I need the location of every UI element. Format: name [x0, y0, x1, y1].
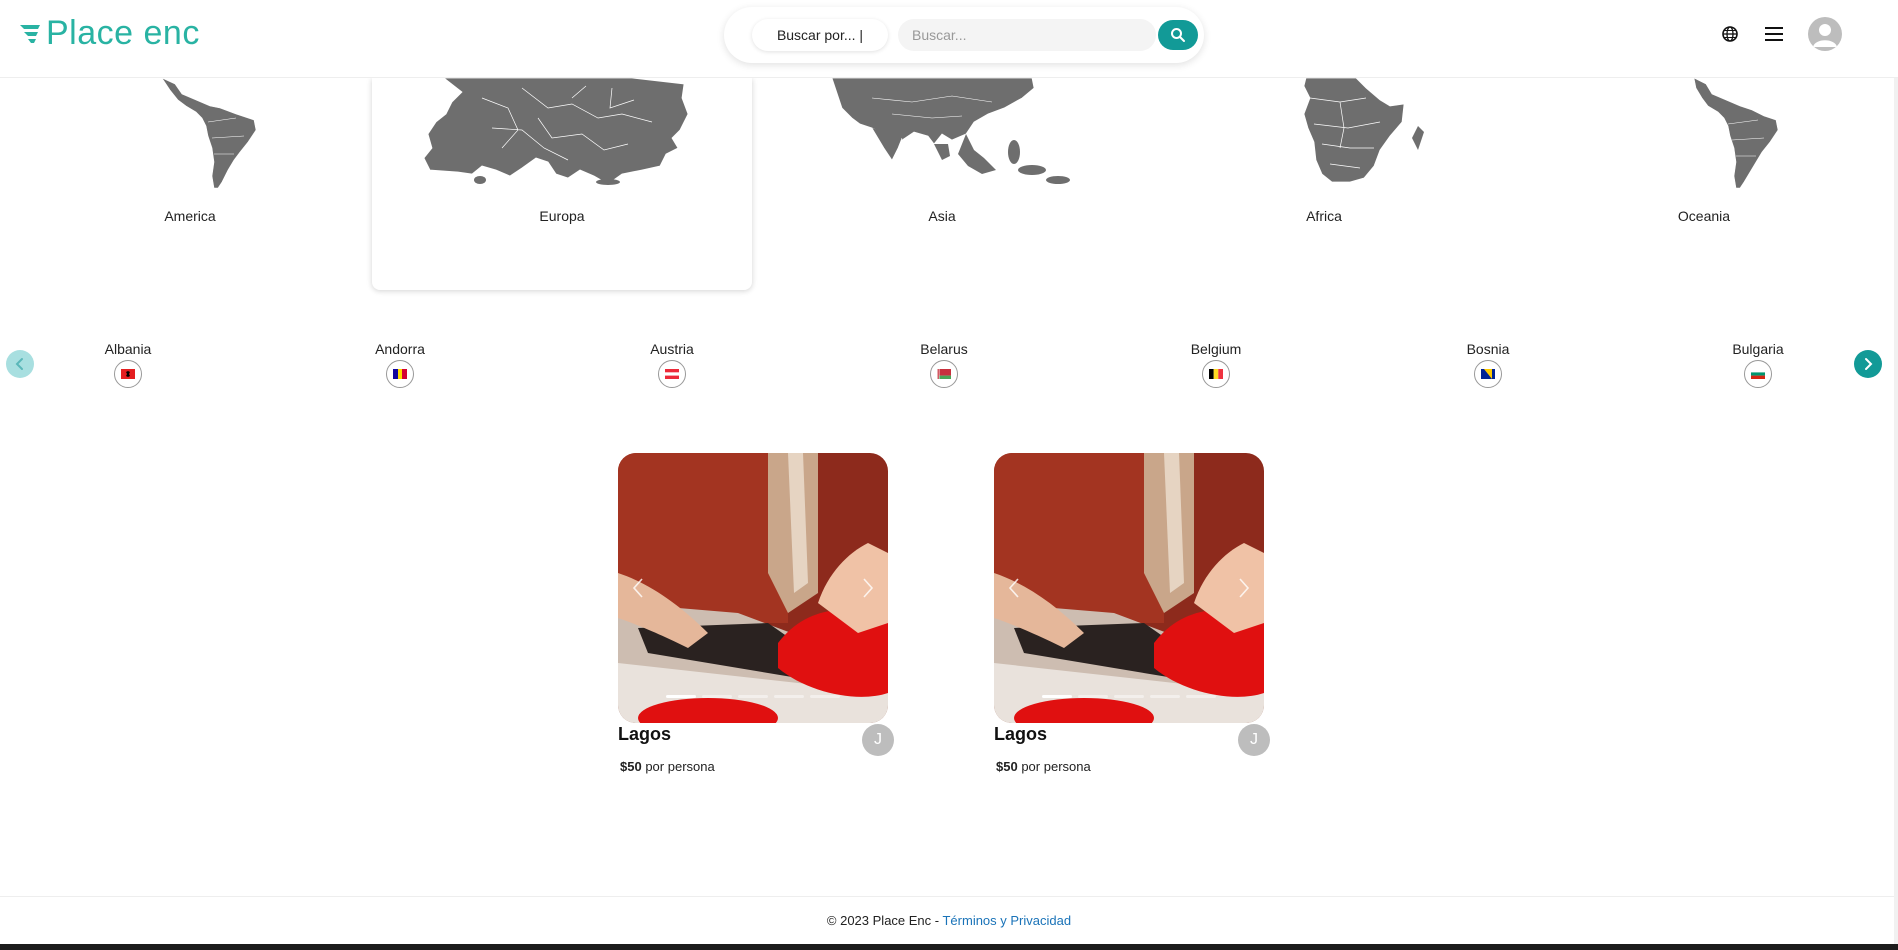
listing-photo[interactable]: [994, 453, 1264, 723]
footer: © 2023 Place Enc - Términos y Privacidad: [0, 896, 1898, 944]
countries-prev-button[interactable]: [6, 350, 34, 378]
logo-wing-icon: [20, 24, 40, 43]
continent-label: Oceania: [1677, 208, 1731, 224]
user-avatar-icon: [1813, 24, 1837, 47]
footer-copyright: © 2023 Place Enc -: [826, 913, 943, 928]
continent-europa[interactable]: Europa: [372, 78, 752, 290]
country-albania[interactable]: Albania: [68, 341, 188, 393]
window-bottom-bar: [0, 944, 1898, 950]
page: Place enc Buscar por... | Buscar... Amer…: [0, 0, 1898, 950]
country-name: Albania: [104, 341, 152, 357]
belgium-flag-icon: [1202, 360, 1230, 388]
price-suffix: por persona: [1021, 759, 1091, 774]
pagination-dot[interactable]: [774, 695, 804, 698]
pagination-dot[interactable]: [1150, 695, 1180, 698]
chevron-left-icon: [15, 358, 23, 370]
logo[interactable]: Place enc: [18, 14, 200, 53]
pagination-dot[interactable]: [1114, 695, 1144, 698]
chevron-right-icon: [863, 578, 874, 598]
pagination-dot[interactable]: [1042, 695, 1072, 698]
listing-title[interactable]: Lagos: [994, 724, 1047, 745]
price-amount: $50: [996, 759, 1018, 774]
continent-oceania[interactable]: Oceania: [1514, 78, 1894, 290]
listing-card[interactable]: Lagos J $50 por persona: [618, 453, 894, 774]
photo-next-button[interactable]: [1232, 573, 1256, 603]
language-button[interactable]: [1718, 22, 1742, 46]
chevron-right-icon: [1239, 578, 1250, 598]
listing-title[interactable]: Lagos: [618, 724, 671, 745]
country-belarus[interactable]: Belarus: [884, 341, 1004, 393]
terms-privacy-link[interactable]: Términos y Privacidad: [942, 913, 1071, 928]
listing-price: $50 por persona: [996, 759, 1091, 774]
country-bulgaria[interactable]: Bulgaria: [1698, 341, 1818, 393]
price-amount: $50: [620, 759, 642, 774]
photo-prev-button[interactable]: [1002, 573, 1026, 603]
countries-next-button[interactable]: [1854, 350, 1882, 378]
asia-map-icon: [831, 78, 1070, 184]
bulgaria-flag-icon: [1744, 360, 1772, 388]
country-name: Bulgaria: [1732, 341, 1784, 357]
pagination-dot[interactable]: [666, 695, 696, 698]
pagination-dot[interactable]: [810, 695, 840, 698]
continent-asia[interactable]: Asia: [752, 78, 1132, 290]
belarus-flag-icon: [930, 360, 958, 388]
austria-flag-icon: [658, 360, 686, 388]
profile-button[interactable]: [1808, 17, 1842, 51]
listing-card[interactable]: Lagos J $50 por persona: [994, 453, 1270, 774]
listing-image: [994, 453, 1264, 723]
country-belgium[interactable]: Belgium: [1156, 341, 1276, 393]
continent-africa[interactable]: Africa: [1134, 78, 1514, 290]
continent-label: Africa: [1306, 208, 1342, 224]
country-austria[interactable]: Austria: [612, 341, 732, 393]
scrollbar-track[interactable]: [1894, 78, 1898, 944]
host-avatar[interactable]: J: [1238, 724, 1270, 756]
photo-prev-button[interactable]: [626, 573, 650, 603]
photo-pagination: [666, 695, 840, 698]
listing-price: $50 por persona: [620, 759, 715, 774]
country-bosnia[interactable]: Bosnia: [1428, 341, 1548, 393]
country-name: Austria: [650, 341, 694, 357]
europe-map-icon: [423, 78, 689, 185]
country-andorra[interactable]: Andorra: [340, 341, 460, 393]
continent-label: Asia: [928, 208, 956, 224]
country-name: Belgium: [1190, 341, 1242, 357]
search-input[interactable]: [898, 19, 1156, 51]
search-bar: Buscar por... |: [724, 7, 1204, 63]
menu-button[interactable]: [1762, 22, 1786, 46]
photo-next-button[interactable]: [856, 573, 880, 603]
pagination-dot[interactable]: [738, 695, 768, 698]
pagination-dot[interactable]: [1078, 695, 1108, 698]
continent-america[interactable]: America: [0, 78, 380, 290]
search-button[interactable]: [1158, 20, 1198, 50]
albania-flag-icon: [114, 360, 142, 388]
africa-map-icon: [1303, 78, 1424, 183]
search-icon: [1171, 28, 1185, 42]
andorra-flag-icon: [386, 360, 414, 388]
listing-photo[interactable]: [618, 453, 888, 723]
country-name: Bosnia: [1466, 341, 1510, 357]
pagination-dot[interactable]: [702, 695, 732, 698]
chevron-right-icon: [1865, 358, 1873, 370]
listing-image: [618, 453, 888, 723]
logo-text: Place enc: [46, 14, 200, 52]
search-type-dropdown[interactable]: Buscar por... |: [752, 19, 888, 51]
country-name: Andorra: [375, 341, 425, 357]
photo-pagination: [1042, 695, 1216, 698]
pagination-dot[interactable]: [1186, 695, 1216, 698]
host-avatar[interactable]: J: [862, 724, 894, 756]
america-map-icon: [161, 78, 257, 188]
chevron-left-icon: [632, 578, 643, 598]
chevron-left-icon: [1008, 578, 1019, 598]
hamburger-menu-icon: [1765, 27, 1783, 41]
continent-label: America: [164, 208, 216, 224]
globe-icon: [1722, 26, 1738, 42]
continent-label: Europa: [539, 208, 585, 224]
top-navbar: Place enc Buscar por... |: [0, 0, 1898, 78]
oceania-map-icon: [1693, 78, 1779, 188]
price-suffix: por persona: [645, 759, 715, 774]
country-name: Belarus: [920, 341, 968, 357]
bosnia-flag-icon: [1474, 360, 1502, 388]
